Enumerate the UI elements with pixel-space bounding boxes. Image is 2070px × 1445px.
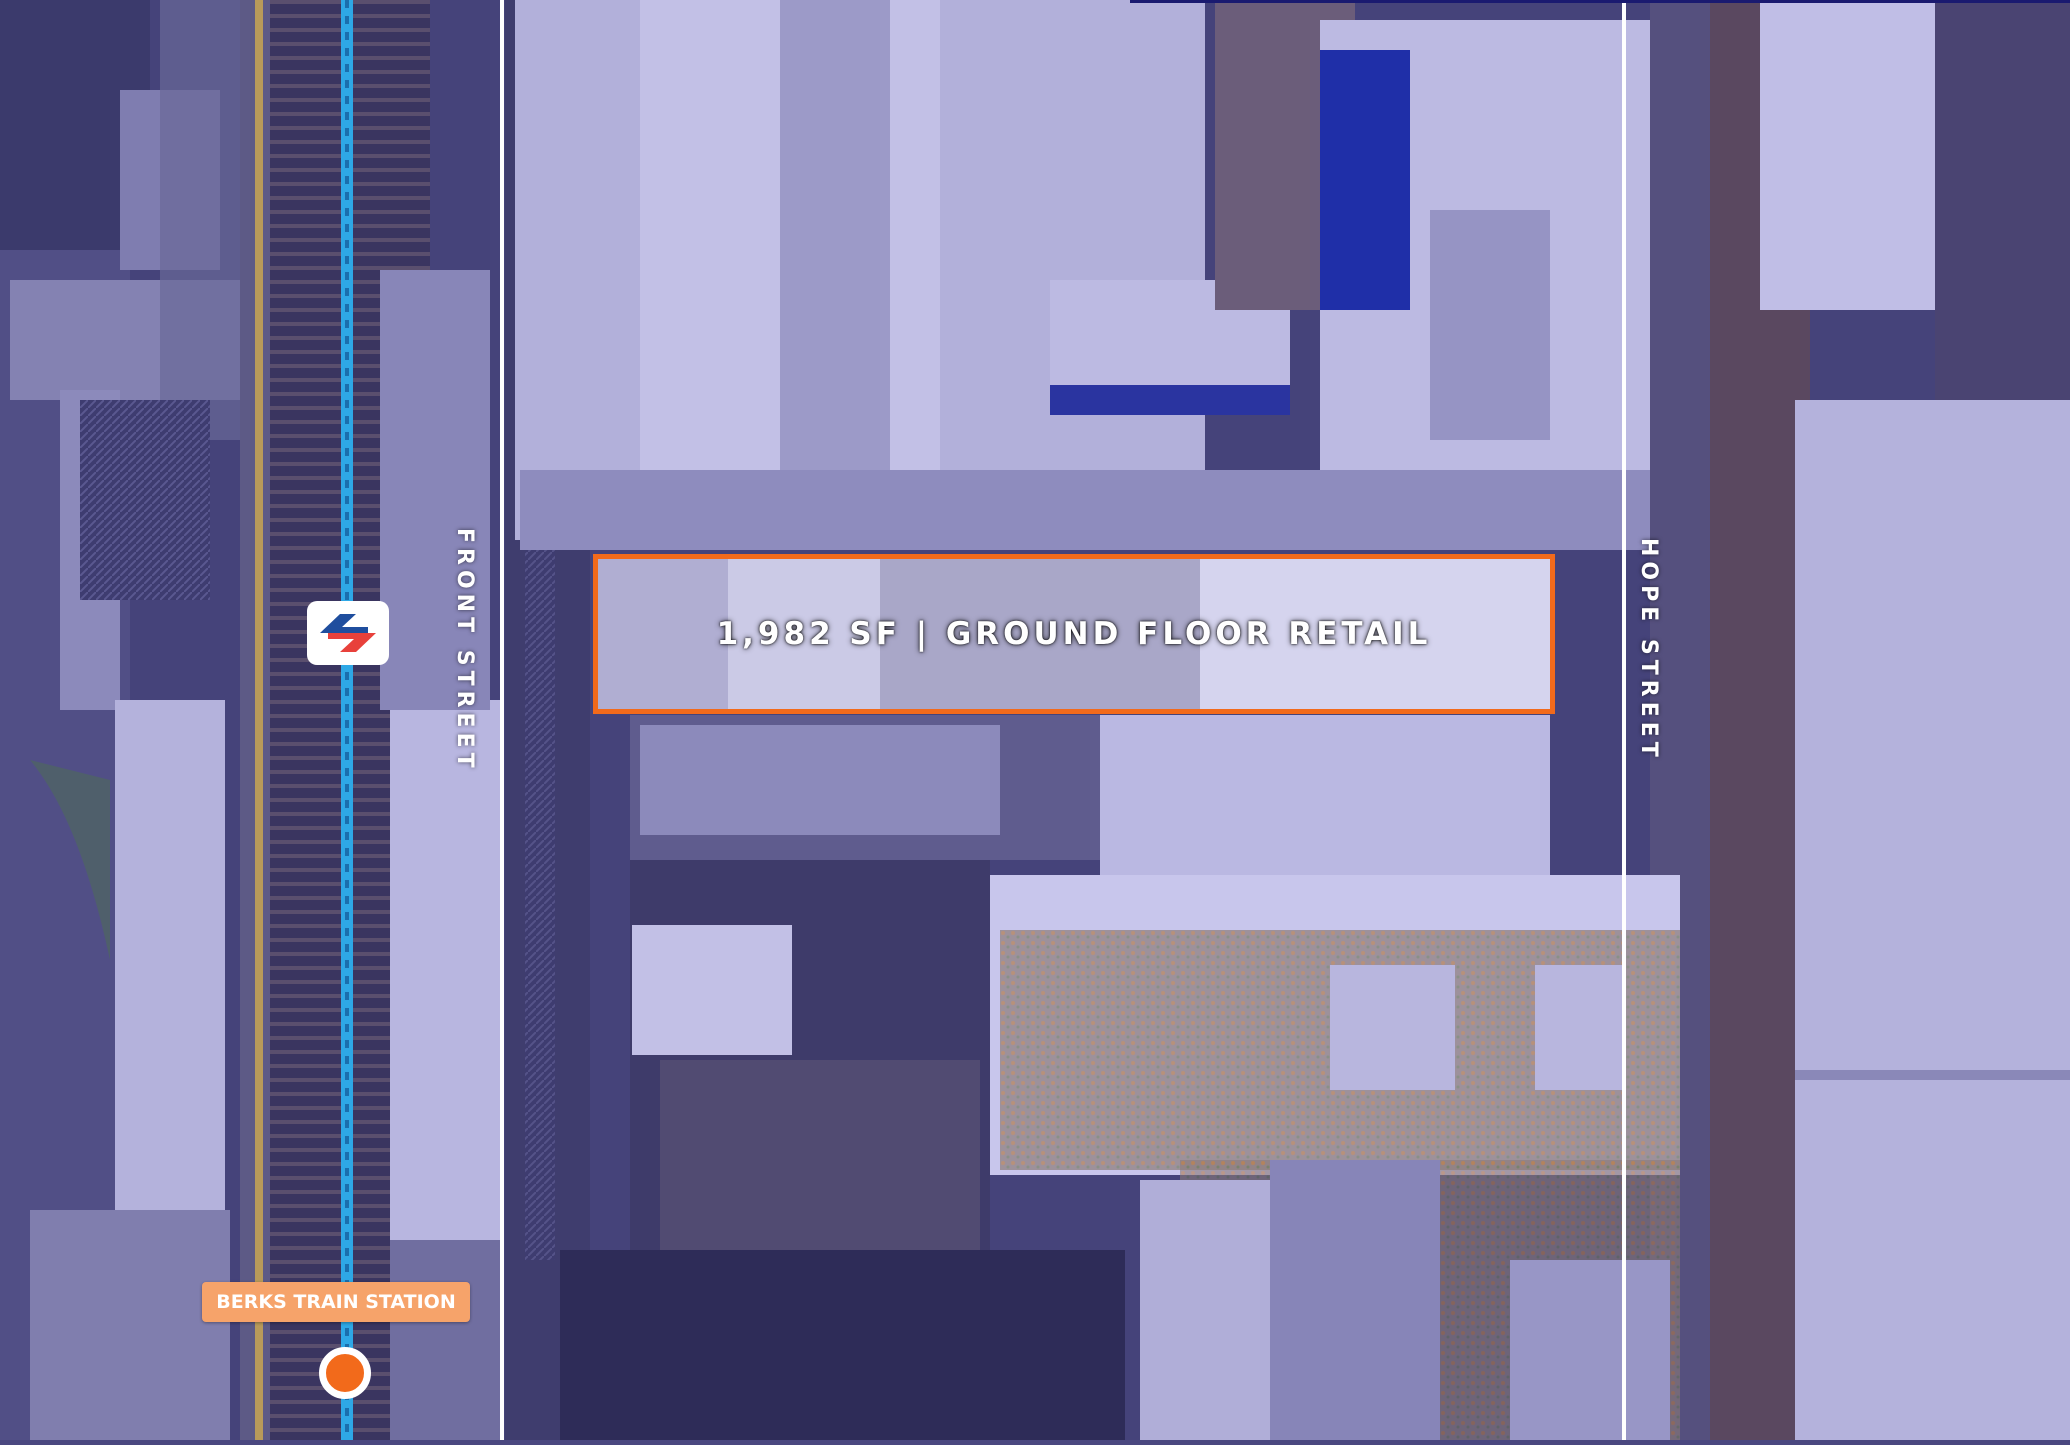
station-marker-icon — [319, 1347, 371, 1399]
septa-logo-icon — [307, 601, 389, 665]
street-label-hope: HOPE STREET — [1636, 538, 1661, 762]
aerial-background — [0, 0, 2070, 1440]
property-highlight[interactable]: 1,982 SF | GROUND FLOOR RETAIL — [593, 554, 1555, 714]
street-label-front: FRONT STREET — [452, 528, 477, 773]
property-label: 1,982 SF | GROUND FLOOR RETAIL — [716, 616, 1432, 652]
station-badge: BERKS TRAIN STATION — [202, 1282, 470, 1322]
aerial-map: FRONT STREET HOPE STREET 1,982 SF | GROU… — [0, 0, 2070, 1440]
